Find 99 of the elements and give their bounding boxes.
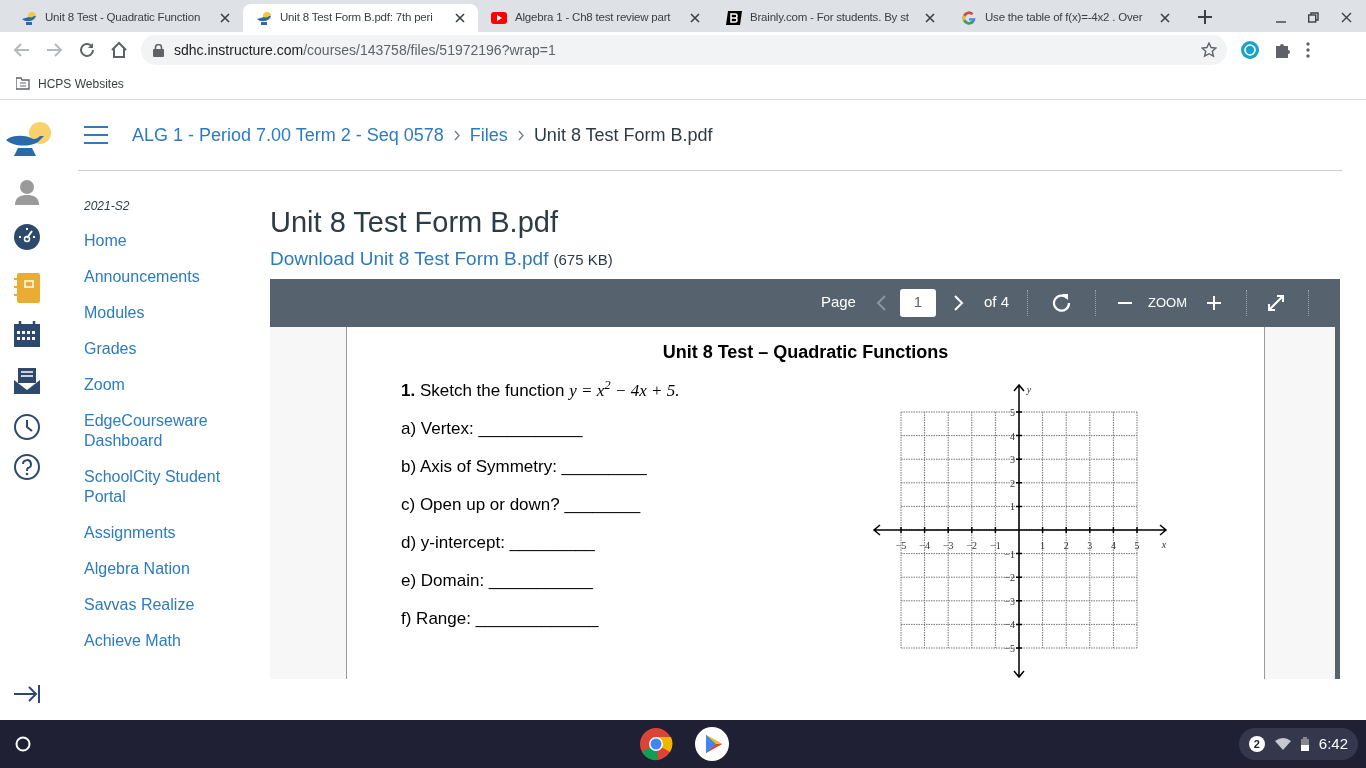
zoom-in-icon[interactable] [1207,295,1221,310]
notification-count: 2 [1248,736,1265,752]
question-part: f) Range: _____________ [401,607,600,630]
chevron-right-icon [453,129,460,141]
close-icon[interactable] [1160,13,1170,23]
course-nav-link[interactable]: Announcements [84,267,234,287]
folder-icon [16,77,30,90]
axis-tick-label: 4 [1110,539,1116,551]
axis-tick-label: 3 [1087,539,1093,551]
course-nav-link[interactable]: Zoom [84,375,234,395]
help-icon[interactable] [14,454,40,480]
restore-icon[interactable] [1308,12,1319,23]
url-text: sdhc.instructure.com/courses/143758/files/51972196?wrap=1 [174,40,556,60]
battery-icon [1300,737,1309,751]
rotate-icon[interactable] [1052,293,1071,312]
breadcrumb-current: Unit 8 Test Form B.pdf [533,123,713,147]
axis-tick-label: −5 [895,539,907,551]
term-label: 2021-S2 [84,198,131,215]
menu-icon[interactable] [1306,42,1310,58]
question-part: d) y-intercept: _________ [401,531,596,554]
axis-tick-label: −1 [1004,548,1015,560]
course-nav-link[interactable]: Savvas Realize [84,595,234,615]
close-icon[interactable] [220,13,230,23]
launcher-icon[interactable] [15,736,31,752]
page-count: of 4 [983,292,1009,313]
reload-icon[interactable] [78,41,96,59]
axis-tick-label: 4 [1010,430,1015,442]
file-title: Unit 8 Test Form B.pdf [270,205,559,240]
axis-tick-label: −4 [919,539,930,551]
next-page-icon[interactable] [953,294,964,311]
axis-tick-label: 3 [1010,453,1015,465]
browser-app-icon[interactable] [639,727,673,761]
multicolor-g-icon [961,10,977,26]
course-nav-link[interactable]: Achieve Math [84,631,234,651]
course-nav-link[interactable]: EdgeCourseware Dashboard [84,411,234,451]
lamp-icon [256,10,272,26]
address-field[interactable]: sdhc.instructure.com/courses/143758/files/51972196?wrap=1 [141,35,1227,65]
axis-tick-label: 2 [1063,539,1069,551]
bookmark-folder[interactable]: HCPS Websites [16,74,124,93]
play-store-icon[interactable] [695,727,729,761]
axis-tick-label: 1 [1010,500,1015,512]
course-nav-link[interactable]: Modules [84,303,234,323]
page-label: Page [820,292,856,313]
chevron-right-icon [517,129,524,141]
axis-tick-label: −3 [942,539,954,551]
question-part: e) Domain: ___________ [401,569,594,592]
collapse-icon[interactable] [14,685,40,703]
close-icon[interactable] [455,13,465,23]
download-link[interactable]: Download Unit 8 Test Form B.pdf [270,245,549,274]
file-size: (675 KB) [553,250,613,270]
axis-tick-label: −5 [1004,642,1015,654]
breadcrumb-link[interactable]: ALG 1 - Period 7.00 Term 2 - Seq 0578 [132,121,444,149]
letter-mark-icon [726,10,742,26]
puzzle-icon[interactable] [1274,41,1292,59]
close-icon[interactable] [1341,12,1352,23]
axis-tick-label: −4 [1004,618,1015,630]
star-icon[interactable] [1201,42,1217,58]
question-part: c) Open up or down? ________ [401,493,642,516]
course-nav-link[interactable]: Assignments [84,523,234,543]
dashboard-icon[interactable] [14,224,40,250]
zoom-label: ZOOM [1148,293,1187,312]
wifi-icon [1274,738,1291,750]
axis-label: x [1161,538,1167,550]
close-icon[interactable] [690,13,700,23]
question-part: b) Axis of Symmetry: _________ [401,455,648,478]
new-tab-icon[interactable] [1198,10,1212,24]
lock-icon [153,43,164,57]
clock-icon[interactable] [14,414,40,440]
document-heading: Unit 8 Test – Quadratic Functions [661,340,950,364]
page-number-field[interactable]: 1 [899,288,936,317]
breadcrumb-link[interactable]: Files [469,121,508,149]
avatar-icon[interactable] [15,179,39,205]
axis-tick-label: −2 [1004,571,1015,583]
browser-tab[interactable]: Unit 8 Test Form B.pdf: 7th peri [243,4,478,32]
axis-tick-label: 2 [1010,477,1015,489]
axis-tick-label: −3 [1004,595,1015,607]
course-nav-link[interactable]: Algebra Nation [84,559,234,579]
inbox-icon[interactable] [14,368,40,394]
course-nav-link[interactable]: Grades [84,339,234,359]
question-text: 1. Sketch the function y = x$^{2}$ − 4x + 5. [401,378,681,402]
axis-tick-label: −2 [966,539,978,551]
home-icon[interactable] [110,41,128,59]
course-nav-link[interactable]: SchoolCity Student Portal [84,467,234,507]
course-nav-link[interactable]: Home [84,231,234,251]
question-part: a) Vertex: ___________ [401,417,584,440]
status-tray[interactable]: 2 6:42 [1238,728,1358,760]
calendar-icon[interactable] [14,321,40,347]
extension-icon[interactable] [1241,41,1259,59]
axis-tick-label: 5 [1134,539,1140,551]
axis-tick-label: 1 [1040,539,1046,551]
fullscreen-icon[interactable] [1267,293,1285,312]
axis-label: y [1026,383,1032,395]
menu-icon[interactable] [84,126,108,144]
close-icon[interactable] [925,13,935,23]
clock-time: 6:42 [1318,733,1348,754]
lamp-icon [21,10,37,26]
axis-tick-label: −1 [990,539,1001,551]
axis-tick-label: 5 [1010,406,1015,418]
video-play-icon [491,10,507,26]
